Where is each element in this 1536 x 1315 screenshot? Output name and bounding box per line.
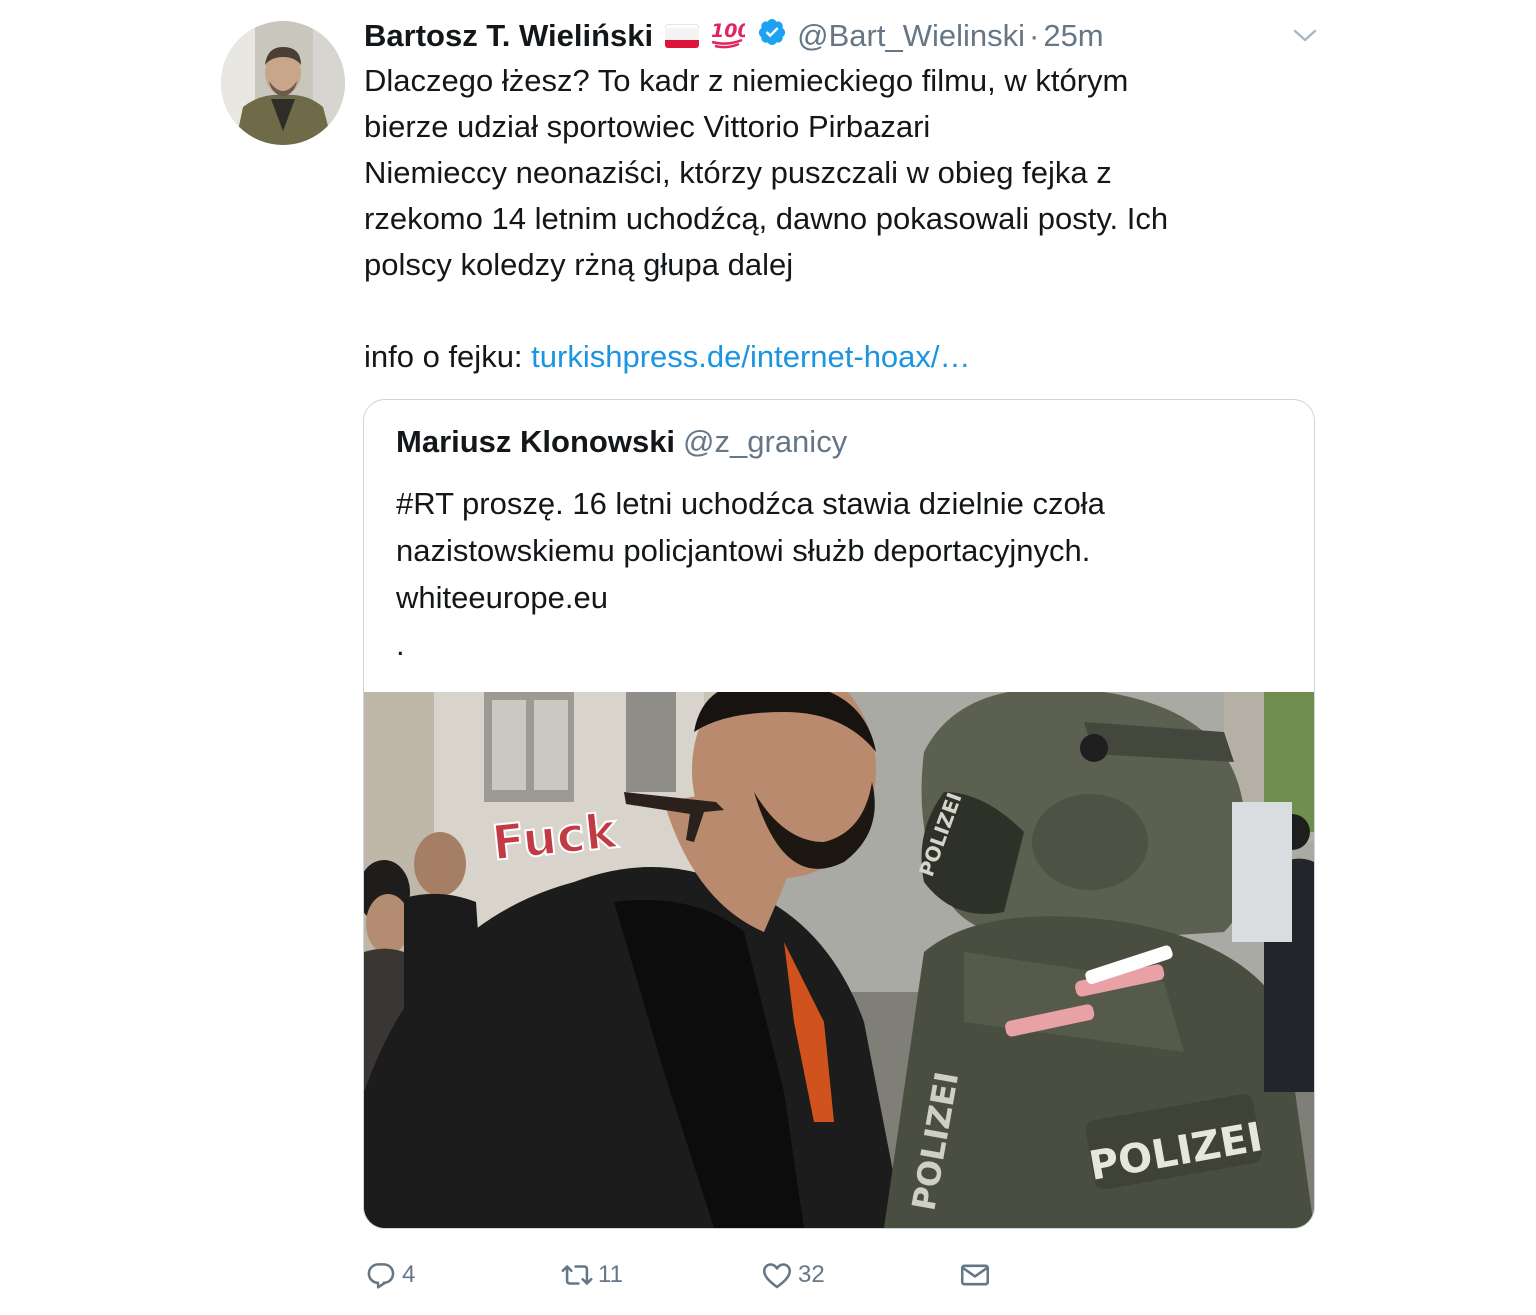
tweet-text: Dlaczego łżesz? To kadr z niemieckiego f… <box>364 58 1324 380</box>
retweet-icon <box>560 1258 594 1292</box>
verified-badge-icon <box>757 17 787 55</box>
reply-icon <box>364 1258 398 1292</box>
tweet-line: Dlaczego łżesz? To kadr z niemieckiego f… <box>364 63 1129 98</box>
tweet-timestamp[interactable]: 25m <box>1043 18 1103 54</box>
quoted-line: #RT proszę. 16 letni uchodźca stawia dzi… <box>396 486 1105 521</box>
tweet-header: Bartosz T. Wieliński 100 @Bart_Wielinski… <box>364 14 1104 58</box>
tweet-line: Niemieccy neonaziści, którzy puszczali w… <box>364 155 1112 190</box>
separator-dot: · <box>1029 18 1040 53</box>
author-avatar[interactable] <box>221 21 345 145</box>
tweet-line: polscy koledzy rżną głupa dalej <box>364 247 794 282</box>
reply-button[interactable]: 4 <box>364 1255 415 1295</box>
quoted-tweet-card[interactable]: Mariusz Klonowski @z_granicy #RT proszę. … <box>363 399 1315 1229</box>
svg-text:100: 100 <box>711 20 745 42</box>
envelope-icon <box>958 1258 992 1292</box>
tweet-line: rzekomo 14 letnim uchodźcą, dawno pokaso… <box>364 201 1169 236</box>
tweet-line: bierze udział sportowiec Vittorio Pirbaz… <box>364 109 931 144</box>
quoted-author-handle[interactable]: @z_granicy <box>683 424 847 459</box>
retweet-button[interactable]: 11 <box>560 1255 623 1295</box>
quoted-tweet-photo[interactable]: Fuck POLIZEI POLIZEI POLIZEI <box>364 692 1314 1228</box>
like-button[interactable]: 32 <box>760 1255 825 1295</box>
like-count: 32 <box>798 1261 825 1288</box>
photo-police-confrontation: Fuck POLIZEI POLIZEI POLIZEI <box>364 692 1314 1228</box>
quoted-line: nazistowskiemu policjantowi służb deport… <box>396 533 1091 568</box>
reply-count: 4 <box>402 1261 416 1288</box>
heart-icon <box>760 1258 794 1292</box>
hundred-points-icon: 100 <box>709 15 751 57</box>
info-prefix: info o fejku: <box>364 339 532 374</box>
info-link[interactable]: turkishpress.de/internet-hoax/… <box>531 339 970 374</box>
quoted-tweet-text: #RT proszę. 16 letni uchodźca stawia dzi… <box>396 480 1286 668</box>
quoted-line: whiteeurope.eu <box>396 580 608 615</box>
direct-message-button[interactable] <box>958 1255 992 1295</box>
info-line: info o fejku: turkishpress.de/internet-h… <box>364 334 1324 380</box>
quoted-line: . <box>396 627 405 662</box>
tweet: Bartosz T. Wieliński 100 @Bart_Wielinski… <box>0 0 1536 1315</box>
quoted-author-name[interactable]: Mariusz Klonowski <box>396 424 675 459</box>
chevron-down-icon[interactable] <box>1292 26 1318 46</box>
avatar-photo <box>221 21 345 145</box>
author-handle[interactable]: @Bart_Wielinski <box>797 18 1025 54</box>
retweet-count: 11 <box>598 1261 623 1288</box>
flag-poland-icon <box>665 24 700 48</box>
tweet-actions: 4 11 32 <box>364 1255 1024 1295</box>
quoted-tweet-header: Mariusz Klonowski @z_granicy <box>396 424 847 460</box>
author-name[interactable]: Bartosz T. Wieliński <box>364 18 653 54</box>
